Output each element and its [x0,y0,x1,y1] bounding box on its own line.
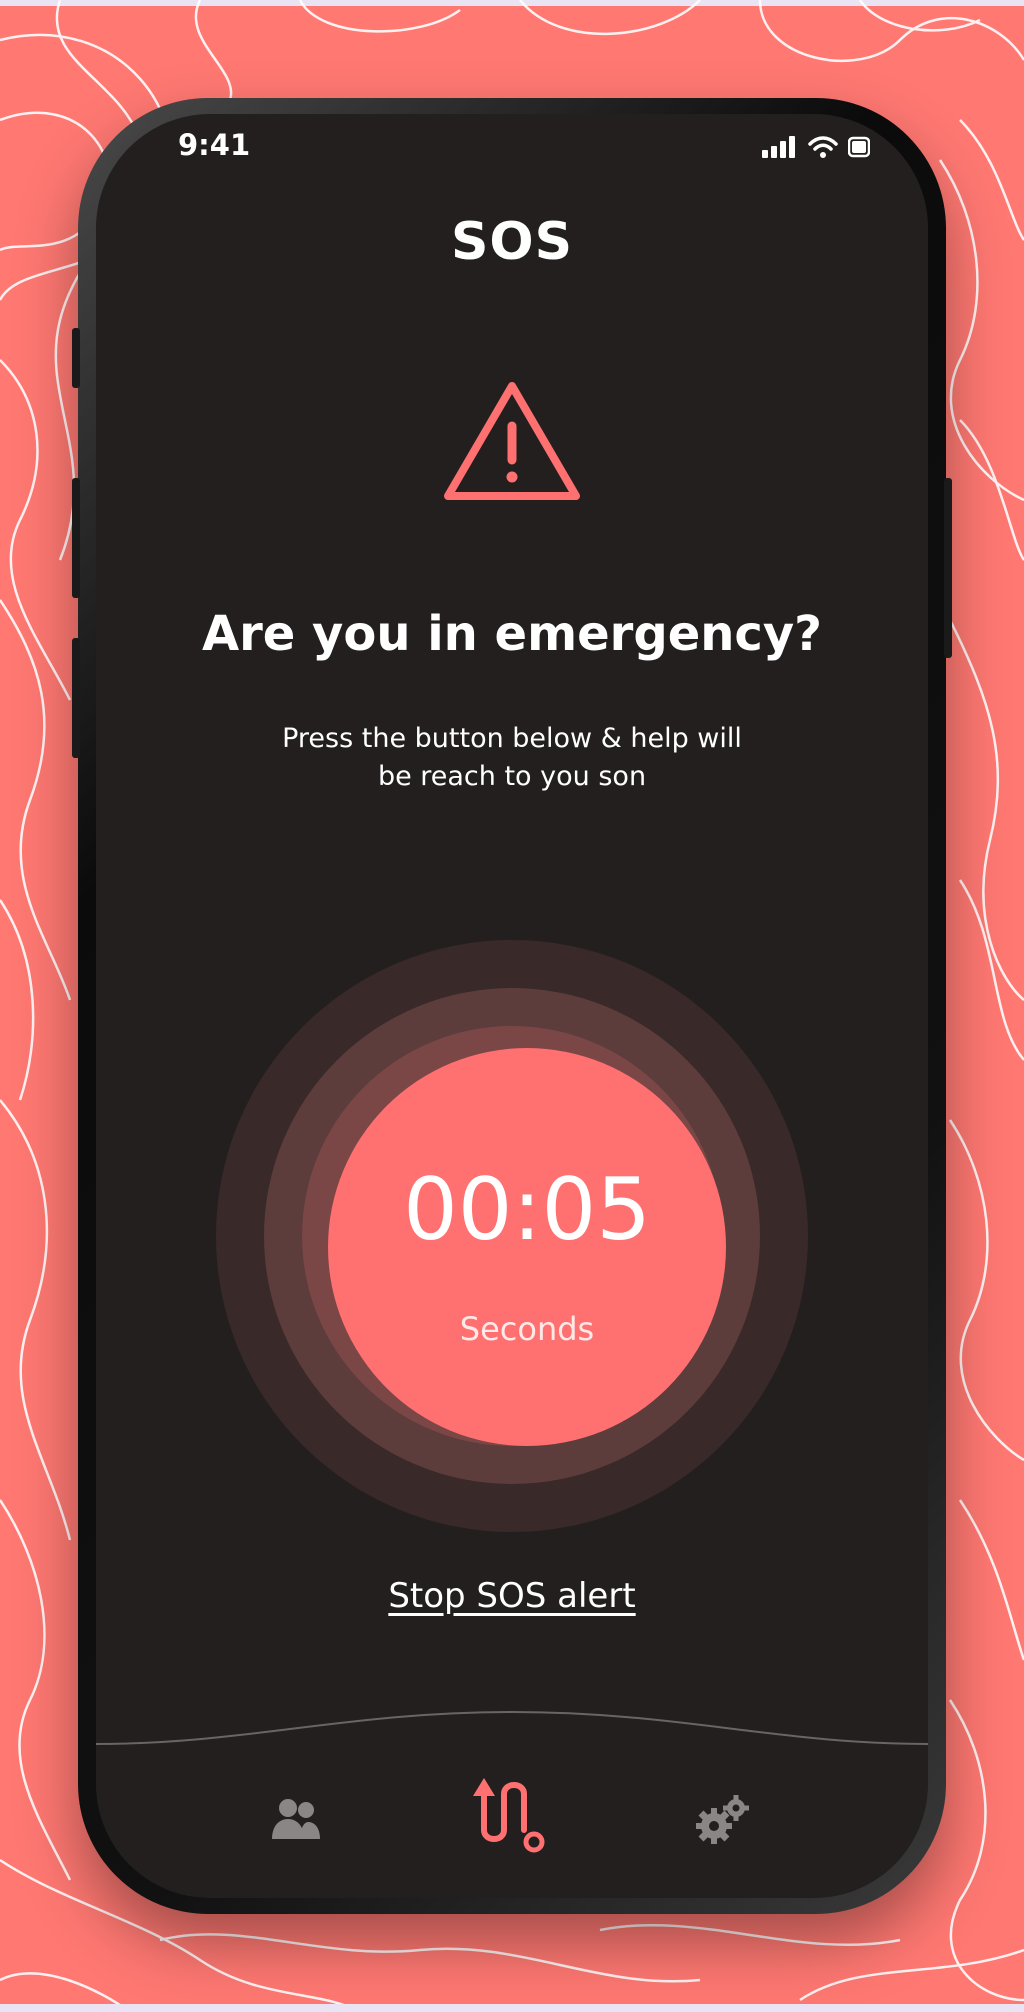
contacts-icon [272,1799,320,1839]
phone-power-button [944,478,952,658]
sos-countdown-button[interactable]: 00:05 Seconds [328,1048,726,1446]
frame-bottom-strip [0,2004,1024,2012]
countdown-unit: Seconds [459,1310,595,1348]
app-screen: 9:41 SOS Are you in emergency? Press the… [96,114,928,1898]
signal-icon [762,136,795,158]
page-title: SOS [450,212,574,272]
nav-settings[interactable] [694,1794,750,1850]
nav-contacts[interactable] [270,1797,322,1845]
status-icons [762,136,870,158]
nav-route-sos[interactable] [470,1768,554,1858]
phone-mute-switch [72,328,80,388]
phone-frame: 9:41 SOS Are you in emergency? Press the… [72,98,952,1914]
wifi-icon [808,136,838,158]
phone-volume-up [72,478,80,598]
route-icon [473,1778,545,1853]
emergency-heading: Are you in emergency? [201,606,823,662]
warning-triangle-icon [444,382,580,500]
stop-sos-link[interactable]: Stop SOS alert [96,1576,928,1616]
showcase-background: 9:41 SOS Are you in emergency? Press the… [0,0,1024,2012]
status-time: 9:41 [178,128,251,162]
emergency-subtext: Press the button below & help will be re… [282,723,742,792]
phone-volume-down [72,638,80,758]
countdown-timer: 00:05 [403,1160,651,1260]
battery-icon [848,136,870,158]
settings-gears-icon [696,1795,749,1844]
